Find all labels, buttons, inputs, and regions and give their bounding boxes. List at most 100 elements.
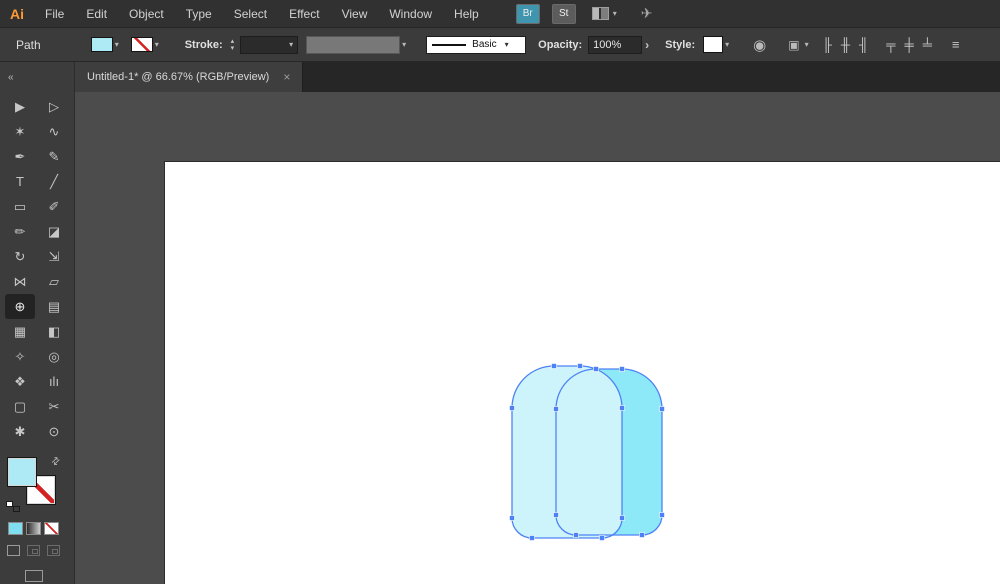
chevron-down-icon: ▾ [804, 40, 809, 49]
draw-behind-button[interactable] [27, 545, 40, 556]
opacity-input[interactable]: 100% [588, 35, 643, 54]
fill-color-indicator[interactable] [7, 457, 37, 487]
stroke-weight-select[interactable]: ▾ [240, 35, 299, 54]
opacity-value: 100% [593, 38, 622, 51]
swap-fill-stroke-icon[interactable]: ⇄ [49, 455, 63, 469]
tools-grid: ▶ ▷ ✶ ∿ ✒ ✎ T ╱ ▭ ✐ ✏ ◪ ↻ ⇲ ⋈ ▱ ⊕ ▤ ▦ ◧ ✧ ◎ ❖ ılı ▢ ✂ ✱ ⊙ [0, 92, 74, 444]
distribute-horizontal[interactable]: ≡ [952, 37, 960, 52]
shaper-tool-icon: ✏ [14, 223, 26, 239]
style-label: Style: [665, 38, 696, 51]
align-horizontal-center[interactable]: ╫ [841, 37, 850, 52]
graphic-style-swatch[interactable] [703, 36, 724, 53]
line-segment-tool[interactable]: ╱ [39, 169, 69, 194]
column-graph-tool-icon: ılı [48, 374, 60, 389]
menu-select[interactable]: Select [223, 7, 278, 21]
stroke-color-swatch[interactable] [130, 37, 153, 52]
toolbar-collapse-button[interactable]: « [0, 62, 75, 92]
screen-mode-button[interactable] [25, 570, 43, 582]
default-fill-mini [6, 501, 13, 507]
menu-help[interactable]: Help [443, 7, 490, 21]
canvas-area[interactable] [75, 92, 1000, 584]
pen-tool[interactable]: ✒ [5, 144, 35, 169]
menu-window[interactable]: Window [378, 7, 443, 21]
artboard[interactable] [165, 162, 1000, 584]
eraser-tool[interactable]: ◪ [39, 219, 69, 244]
selection-tool-icon: ▶ [15, 98, 25, 114]
type-tool[interactable]: T [5, 169, 35, 194]
rectangle-tool[interactable]: ▭ [5, 194, 35, 219]
shape-builder-tool[interactable]: ⊕ [5, 294, 35, 319]
gradient-button[interactable] [26, 522, 41, 535]
default-fill-stroke-icon[interactable] [6, 501, 20, 512]
lasso-tool[interactable]: ∿ [39, 119, 69, 144]
direct-selection-tool[interactable]: ▷ [39, 94, 69, 119]
magic-wand-tool[interactable]: ✶ [5, 119, 35, 144]
draw-normal-button[interactable] [7, 545, 20, 556]
perspective-grid-tool[interactable]: ▤ [39, 294, 69, 319]
draw-inside-button[interactable] [47, 545, 60, 556]
chevron-down-icon[interactable]: ▾ [115, 40, 119, 49]
eyedropper-tool[interactable]: ✧ [5, 344, 35, 369]
hand-tool[interactable]: ✱ [5, 419, 35, 444]
pen-tool-icon: ✒ [14, 148, 26, 164]
opacity-panel-arrow-icon[interactable]: › [645, 38, 649, 52]
document-tab[interactable]: Untitled-1* @ 66.67% (RGB/Preview) × [75, 62, 304, 92]
chevron-down-icon[interactable]: ▾ [155, 40, 159, 49]
collapse-icon: « [8, 71, 14, 83]
transform-panel-button[interactable]: ▣ ▾ [788, 38, 808, 52]
fill-color-swatch[interactable] [90, 37, 113, 52]
slice-tool[interactable]: ✂ [39, 394, 69, 419]
hand-tool-icon: ✱ [14, 423, 26, 439]
zoom-tool[interactable]: ⊙ [39, 419, 69, 444]
stroke-style-select[interactable]: Basic ▾ [426, 35, 527, 54]
curvature-tool[interactable]: ✎ [39, 144, 69, 169]
align-horizontal-right[interactable]: ╢ [859, 37, 868, 52]
graphic-styles-panel-button[interactable]: St [551, 3, 576, 24]
stepper-down-icon[interactable]: ▾ [231, 45, 235, 52]
chevron-down-icon[interactable]: ▾ [402, 40, 406, 49]
workspace-icon [591, 7, 609, 20]
recolor-artwork-icon[interactable]: ◉ [753, 36, 766, 54]
color-button[interactable] [8, 522, 23, 535]
align-horizontal-left[interactable]: ╟ [823, 37, 832, 52]
magic-wand-tool-icon: ✶ [14, 123, 26, 139]
symbol-sprayer-tool[interactable]: ❖ [5, 369, 35, 394]
menu-effect[interactable]: Effect [278, 7, 330, 21]
paintbrush-tool[interactable]: ✐ [39, 194, 69, 219]
artboard-tool[interactable]: ▢ [5, 394, 35, 419]
menu-edit[interactable]: Edit [75, 7, 118, 21]
close-icon[interactable]: × [283, 70, 290, 84]
stroke-weight-stepper[interactable]: ▴ ▾ [231, 38, 235, 52]
gradient-tool[interactable]: ◧ [39, 319, 69, 344]
stroke-style-value: Basic [472, 39, 497, 50]
align-vertical-center[interactable]: ╪ [904, 37, 913, 52]
tab-strip: « Untitled-1* @ 66.67% (RGB/Preview) × [0, 62, 1000, 92]
selection-tool[interactable]: ▶ [5, 94, 35, 119]
stepper-up-icon[interactable]: ▴ [231, 38, 235, 45]
align-vertical-top[interactable]: ╤ [886, 37, 895, 52]
menu-view[interactable]: View [331, 7, 379, 21]
menu-file[interactable]: File [34, 7, 75, 21]
menu-object[interactable]: Object [118, 7, 175, 21]
align-vertical-bottom[interactable]: ╧ [923, 37, 932, 52]
width-tool[interactable]: ⋈ [5, 269, 35, 294]
gradient-tool-icon: ◧ [47, 323, 61, 339]
line-segment-tool-icon: ╱ [50, 173, 58, 189]
column-graph-tool[interactable]: ılı [39, 369, 69, 394]
chevron-down-icon[interactable]: ▾ [725, 40, 729, 49]
mesh-tool[interactable]: ▦ [5, 319, 35, 344]
menu-type[interactable]: Type [175, 7, 223, 21]
shaper-tool[interactable]: ✏ [5, 219, 35, 244]
brush-definition-select[interactable] [306, 35, 401, 54]
brushes-panel-button[interactable]: Br [515, 3, 540, 24]
direct-selection-tool-icon: ▷ [49, 98, 59, 114]
rotate-tool[interactable]: ↻ [5, 244, 35, 269]
scale-tool[interactable]: ⇲ [39, 244, 69, 269]
workspace-switcher[interactable]: ▾ [591, 7, 617, 20]
mesh-tool-icon: ▦ [13, 323, 27, 339]
perspective-grid-tool-icon: ▤ [47, 298, 61, 314]
none-button[interactable] [44, 522, 59, 535]
share-document-icon[interactable]: ✈ [641, 5, 653, 22]
free-transform-tool[interactable]: ▱ [39, 269, 69, 294]
blend-tool[interactable]: ◎ [39, 344, 69, 369]
